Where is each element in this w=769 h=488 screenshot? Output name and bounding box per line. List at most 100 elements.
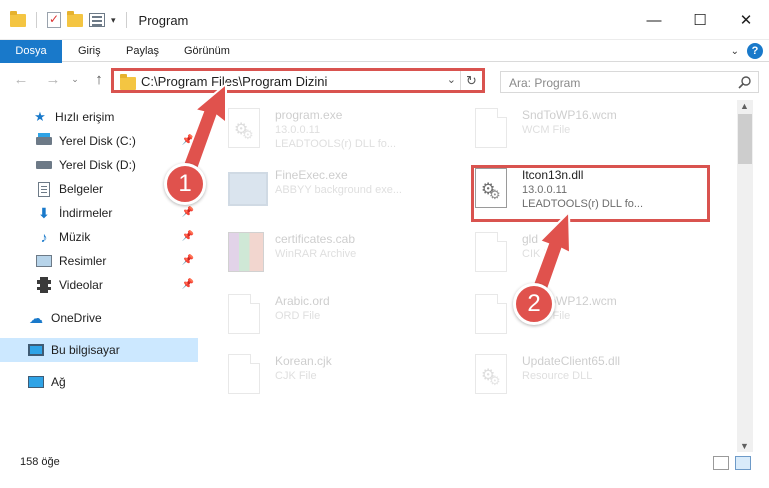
computer-icon <box>28 344 44 356</box>
ribbon-right-controls: ⌄ ? <box>731 43 763 59</box>
video-icon <box>37 277 51 293</box>
expand-ribbon-chevron-icon[interactable]: ⌄ <box>731 46 739 57</box>
item-count: 158 öğe <box>20 456 60 468</box>
maximize-button[interactable]: ☐ <box>677 0 723 40</box>
disk-icon <box>36 133 52 145</box>
file-type: WCM File <box>522 124 571 136</box>
ribbon-tabs: Dosya Giriş Paylaş Görünüm ⌄ ? <box>0 40 769 94</box>
divider <box>125 12 127 28</box>
address-bar[interactable]: C:\Program Files\Program Dizini ⌄ ↻ <box>111 68 485 93</box>
quick-access-toolbar: ▾ Program <box>10 10 188 28</box>
sidebar-item-downloads[interactable]: ⬇ İndirmeler 📌 <box>0 201 198 225</box>
file-name: program.exe <box>275 108 343 122</box>
pin-icon[interactable]: 📌 <box>182 279 194 290</box>
file-name: Korean.cjk <box>275 354 332 368</box>
file-name: FineExec.exe <box>275 168 348 182</box>
file-name: SndToWP16.wcm <box>522 108 617 122</box>
window-controls: — ☐ ✕ <box>631 0 769 40</box>
sidebar-item-pictures[interactable]: Resimler 📌 <box>0 249 198 273</box>
blank-file-icon <box>228 294 260 334</box>
properties-check-icon[interactable] <box>47 12 61 28</box>
file-item[interactable]: Korean.cjk CJK File <box>208 346 448 400</box>
sidebar-item-label: Belgeler <box>59 182 104 196</box>
scroll-down-arrow-icon[interactable]: ▼ <box>740 441 749 451</box>
search-box[interactable]: Ara: Program <box>500 71 759 93</box>
tiles-view-icon[interactable] <box>735 456 751 470</box>
search-placeholder[interactable]: Ara: Program <box>509 76 580 90</box>
status-bar: 158 öğe <box>0 452 769 488</box>
navigation-pane: ★ Hızlı erişim Yerel Disk (C:) 📌 Yerel D… <box>0 100 204 452</box>
address-bar-row: ← → ⌄ ↑ C:\Program Files\Program Dizini … <box>0 63 769 97</box>
blank-file-icon <box>475 294 507 334</box>
details-view-icon[interactable] <box>713 456 729 470</box>
sidebar-item-label: OneDrive <box>51 311 102 325</box>
help-icon[interactable]: ? <box>747 43 763 59</box>
back-arrow-icon[interactable]: ← <box>12 71 30 88</box>
sidebar-item-label: Hızlı erişim <box>55 110 115 124</box>
step-2-badge: 2 <box>513 283 555 325</box>
minimize-button[interactable]: — <box>631 0 677 40</box>
file-name: Itcon13n.dll <box>522 168 584 182</box>
file-item-itcon13n-dll[interactable]: ⚙ ⚙ Itcon13n.dll 13.0.0.11 LEADTOOLS(r) D… <box>455 160 695 214</box>
new-folder-icon[interactable] <box>67 10 83 27</box>
sidebar-item-this-pc[interactable]: Bu bilgisayar <box>0 338 198 362</box>
dll-file-icon: ⚙ ⚙ <box>475 168 507 208</box>
view-options-icon[interactable] <box>89 13 105 27</box>
sidebar-item-network[interactable]: Ağ <box>0 370 198 394</box>
address-dropdown-chevron-icon[interactable]: ⌄ <box>447 73 456 86</box>
archive-file-icon <box>228 232 264 272</box>
vertical-scrollbar[interactable]: ▲ ▼ <box>737 100 753 452</box>
sidebar-item-label: Bu bilgisayar <box>51 343 120 357</box>
file-type: WinRAR Archive <box>275 248 357 260</box>
sidebar-item-onedrive[interactable]: ☁ OneDrive <box>0 306 198 330</box>
folder-icon <box>120 74 136 90</box>
scroll-up-arrow-icon[interactable]: ▲ <box>740 101 749 111</box>
pin-icon[interactable]: 📌 <box>182 207 194 218</box>
scrollbar-thumb[interactable] <box>738 114 752 164</box>
file-item[interactable]: ⚙ ⚙ UpdateClient65.dll Resource DLL <box>455 346 695 400</box>
file-description: LEADTOOLS(r) DLL fo... <box>275 138 397 150</box>
search-icon[interactable] <box>738 75 752 89</box>
sidebar-item-label: Videolar <box>59 278 103 292</box>
file-type: Resource DLL <box>522 370 593 382</box>
file-item[interactable]: gld CIK File <box>455 224 695 278</box>
forward-arrow-icon[interactable]: → <box>44 71 62 88</box>
sidebar-item-label: Resimler <box>59 254 107 268</box>
folder-icon[interactable] <box>10 10 26 27</box>
exe-file-icon <box>228 172 268 206</box>
pin-icon[interactable]: 📌 <box>182 231 194 242</box>
sidebar-item-videos[interactable]: Videolar 📌 <box>0 273 198 297</box>
file-name: Arabic.ord <box>275 294 330 308</box>
sidebar-item-label: İndirmeler <box>59 206 113 220</box>
refresh-icon[interactable]: ↻ <box>460 71 482 90</box>
file-item[interactable]: certificates.cab WinRAR Archive <box>208 224 448 278</box>
file-item[interactable]: FineExec.exe ABBYY background exe... <box>208 160 448 214</box>
tab-share[interactable]: Paylaş <box>118 40 167 62</box>
file-item[interactable]: SndToWP12.wcm WCM File <box>455 286 695 340</box>
sidebar-item-quick-access[interactable]: ★ Hızlı erişim <box>0 105 198 129</box>
pin-icon[interactable]: 📌 <box>182 255 194 266</box>
close-button[interactable]: ✕ <box>723 0 769 40</box>
dll-file-icon: ⚙ ⚙ <box>228 108 260 148</box>
file-version: 13.0.0.11 <box>522 184 568 196</box>
sidebar-item-local-disk-c[interactable]: Yerel Disk (C:) 📌 <box>0 129 198 153</box>
file-item[interactable]: ⚙ ⚙ program.exe 13.0.0.11 LEADTOOLS(r) DL… <box>208 100 448 154</box>
divider <box>36 12 37 28</box>
address-path[interactable]: C:\Program Files\Program Dizini <box>141 74 327 89</box>
blank-file-icon <box>228 354 260 394</box>
document-icon <box>38 181 50 197</box>
file-type: CIK File <box>522 248 562 260</box>
sidebar-item-music[interactable]: ♪ Müzik 📌 <box>0 225 198 249</box>
pin-icon[interactable]: 📌 <box>182 135 194 146</box>
download-icon: ⬇ <box>38 204 50 221</box>
tab-view[interactable]: Görünüm <box>176 40 238 62</box>
tab-home[interactable]: Giriş <box>70 40 109 62</box>
view-toggle <box>713 456 751 470</box>
pictures-icon <box>36 255 52 267</box>
customize-toolbar-arrow-icon[interactable]: ▾ <box>111 15 116 26</box>
network-icon <box>28 376 44 388</box>
up-arrow-icon[interactable]: ↑ <box>90 71 108 88</box>
recent-locations-chevron-icon[interactable]: ⌄ <box>66 74 84 85</box>
file-item[interactable]: SndToWP16.wcm WCM File <box>455 100 695 154</box>
file-item[interactable]: Arabic.ord ORD File <box>208 286 448 340</box>
